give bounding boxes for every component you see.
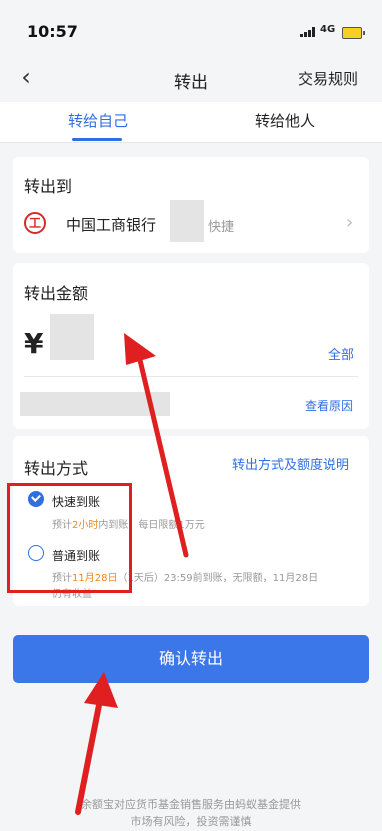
active-tab-indicator — [72, 138, 122, 141]
signal-icon — [300, 27, 315, 37]
tab-transfer-to-self[interactable]: 转给自己 — [68, 110, 128, 131]
network-type: 4G — [320, 24, 336, 35]
masked-balance-info — [20, 392, 170, 416]
chevron-right-icon[interactable]: › — [346, 212, 353, 233]
view-reason-link[interactable]: 查看原因 — [305, 397, 353, 414]
arrow-to-confirm-icon — [75, 672, 118, 815]
divider — [24, 376, 358, 377]
icbc-logo-icon: 工 — [24, 212, 46, 234]
bank-name[interactable]: 中国工商银行 — [66, 214, 156, 235]
tab-bar — [0, 102, 382, 143]
bank-quick-tag: 快捷 — [208, 220, 235, 235]
tab-transfer-to-others[interactable]: 转给他人 — [255, 110, 315, 131]
footer-line-2: 市场有风险，投资需谨慎 — [130, 815, 252, 828]
masked-card-number — [170, 200, 204, 242]
confirm-transfer-button[interactable]: 确认转出 — [13, 635, 369, 683]
amount-input[interactable] — [50, 314, 94, 360]
destination-label: 转出到 — [24, 177, 73, 196]
trade-rules-link[interactable]: 交易规则 — [298, 68, 358, 89]
footer-line-1: 余额宝对应货币基金销售服务由蚂蚁基金提供 — [81, 798, 301, 811]
transfer-all-link[interactable]: 全部 — [328, 344, 354, 363]
method-label: 转出方式 — [24, 459, 89, 478]
battery-icon — [342, 27, 365, 39]
amount-label: 转出金额 — [24, 284, 89, 303]
currency-symbol: ¥ — [24, 327, 44, 360]
status-time: 10:57 — [27, 22, 78, 41]
method-help-link[interactable]: 转出方式及额度说明 — [232, 454, 349, 473]
annotation-highlight-box — [7, 483, 132, 593]
